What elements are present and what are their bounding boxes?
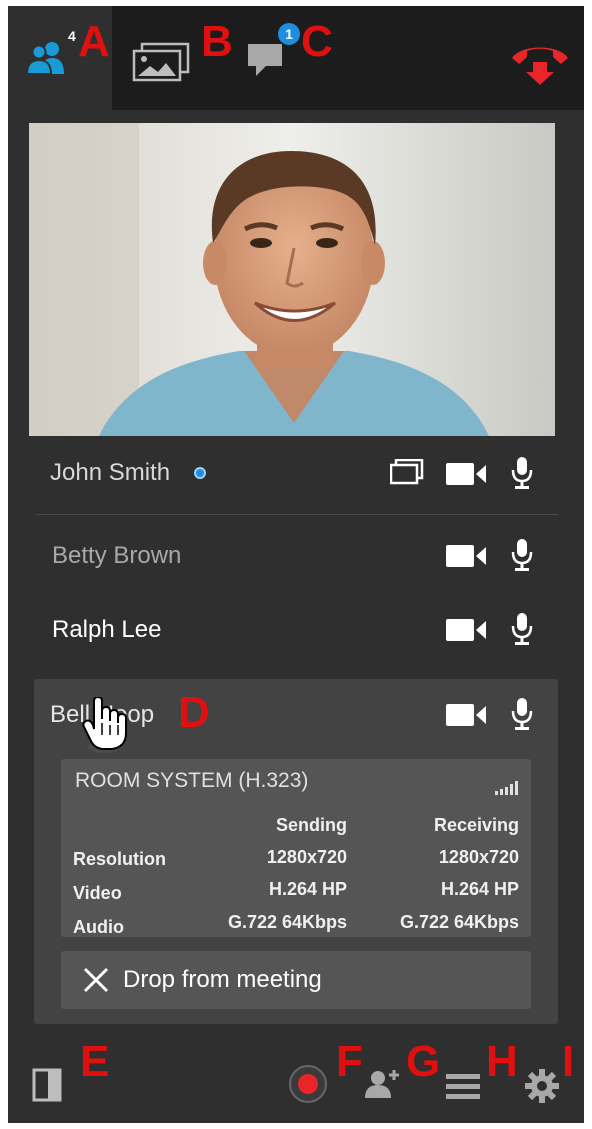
column-header-receiving: Receiving xyxy=(433,815,519,835)
add-participant-icon[interactable] xyxy=(364,1068,400,1100)
stat-label: Resolution xyxy=(73,849,166,869)
participant-name: John Smith xyxy=(50,459,171,486)
microphone-icon xyxy=(511,698,533,730)
stat-receiving: G.722 64Kbps xyxy=(399,912,519,932)
participant-name: Betty Brown xyxy=(52,542,182,569)
participant-row[interactable]: Ralph Lee xyxy=(8,600,584,660)
bottom-toolbar: E F G H I xyxy=(8,1026,584,1123)
participant-row[interactable]: Betty Brown xyxy=(8,526,584,586)
gallery-icon[interactable] xyxy=(132,42,190,82)
stat-receiving: 1280x720 xyxy=(438,847,519,867)
hang-up-icon[interactable] xyxy=(509,40,571,86)
stat-label: Audio xyxy=(73,917,124,937)
hand-cursor-icon xyxy=(82,697,127,753)
active-speaker-indicator xyxy=(194,467,206,479)
callout-h: H xyxy=(486,1037,518,1086)
room-system-title: ROOM SYSTEM (H.323) xyxy=(75,769,309,792)
video-feed xyxy=(29,123,555,436)
meeting-panel: 4 A B 1 C John Smith Betty Brown Ralph L… xyxy=(8,6,584,1123)
share-screen-icon xyxy=(390,459,424,485)
camera-icon xyxy=(446,704,486,726)
record-icon[interactable] xyxy=(288,1064,328,1104)
stat-sending: G.722 64Kbps xyxy=(227,912,347,932)
camera-icon xyxy=(446,619,486,641)
callout-d: D xyxy=(178,688,210,737)
drop-from-meeting-label: Drop from meeting xyxy=(123,966,322,993)
divider xyxy=(36,514,558,515)
participant-video-image xyxy=(29,123,555,436)
microphone-icon xyxy=(511,457,533,489)
menu-icon[interactable] xyxy=(446,1074,480,1100)
column-header-sending: Sending xyxy=(276,815,347,835)
microphone-icon xyxy=(511,539,533,571)
callout-b: B xyxy=(201,17,233,66)
participants-count: 4 xyxy=(68,28,76,44)
stat-sending: H.264 HP xyxy=(268,879,347,899)
toggle-panel-icon[interactable] xyxy=(32,1068,62,1102)
callout-a: A xyxy=(78,17,110,66)
settings-gear-icon[interactable] xyxy=(524,1068,560,1104)
stat-label: Video xyxy=(73,883,122,903)
stat-receiving: H.264 HP xyxy=(440,879,519,899)
participant-name: Ralph Lee xyxy=(52,616,162,643)
callout-g: G xyxy=(406,1037,441,1086)
participants-icon xyxy=(26,42,64,75)
camera-icon xyxy=(446,463,486,485)
participant-row[interactable]: John Smith xyxy=(8,443,584,503)
camera-icon xyxy=(446,545,486,567)
stat-sending: 1280x720 xyxy=(266,847,347,867)
callout-e: E xyxy=(80,1037,110,1086)
chat-unread-badge: 1 xyxy=(278,23,300,45)
participant-detail-card[interactable]: Bell Hoop D ROOM SYSTEM (H.323) xyxy=(34,679,558,1024)
close-icon xyxy=(83,967,109,993)
connection-stats-panel: ROOM SYSTEM (H.323) Sending Receiving Re… xyxy=(61,759,531,937)
callout-f: F xyxy=(336,1037,363,1086)
signal-strength-icon xyxy=(495,781,518,795)
microphone-icon xyxy=(511,613,533,645)
top-toolbar: 4 A B 1 C xyxy=(8,6,584,110)
callout-c: C xyxy=(301,17,333,66)
drop-from-meeting-button[interactable]: Drop from meeting xyxy=(61,951,531,1009)
callout-i: I xyxy=(562,1037,575,1086)
